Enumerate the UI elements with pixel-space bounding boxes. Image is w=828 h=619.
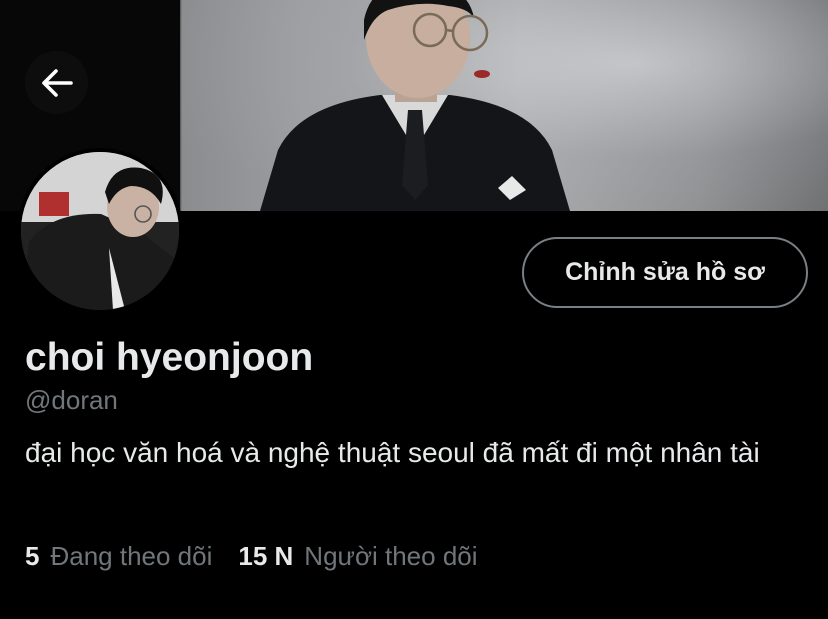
- followers-label: Người theo dõi: [304, 541, 478, 571]
- avatar-photo: [21, 152, 179, 310]
- following-label: Đang theo dõi: [50, 541, 213, 571]
- followers-count: 15 N: [238, 541, 294, 571]
- avatar-person-image: [21, 152, 179, 310]
- followers-link[interactable]: 15 N Người theo dõi: [238, 541, 477, 572]
- profile-stats: 5 Đang theo dõi 15 N Người theo dõi: [25, 541, 478, 572]
- following-link[interactable]: 5 Đang theo dõi: [25, 541, 212, 572]
- banner-person-figure: [260, 0, 570, 211]
- profile-bio: đại học văn hoá và nghệ thuật seoul đã m…: [25, 437, 760, 468]
- arrow-left-icon: [41, 68, 73, 97]
- avatar[interactable]: [17, 148, 183, 314]
- edit-profile-button[interactable]: Chỉnh sửa hồ sơ: [522, 237, 808, 308]
- following-count: 5: [25, 541, 40, 571]
- profile-display-name: choi hyeonjoon: [25, 336, 314, 379]
- profile-handle: @doran: [25, 385, 118, 415]
- back-button[interactable]: [25, 51, 88, 114]
